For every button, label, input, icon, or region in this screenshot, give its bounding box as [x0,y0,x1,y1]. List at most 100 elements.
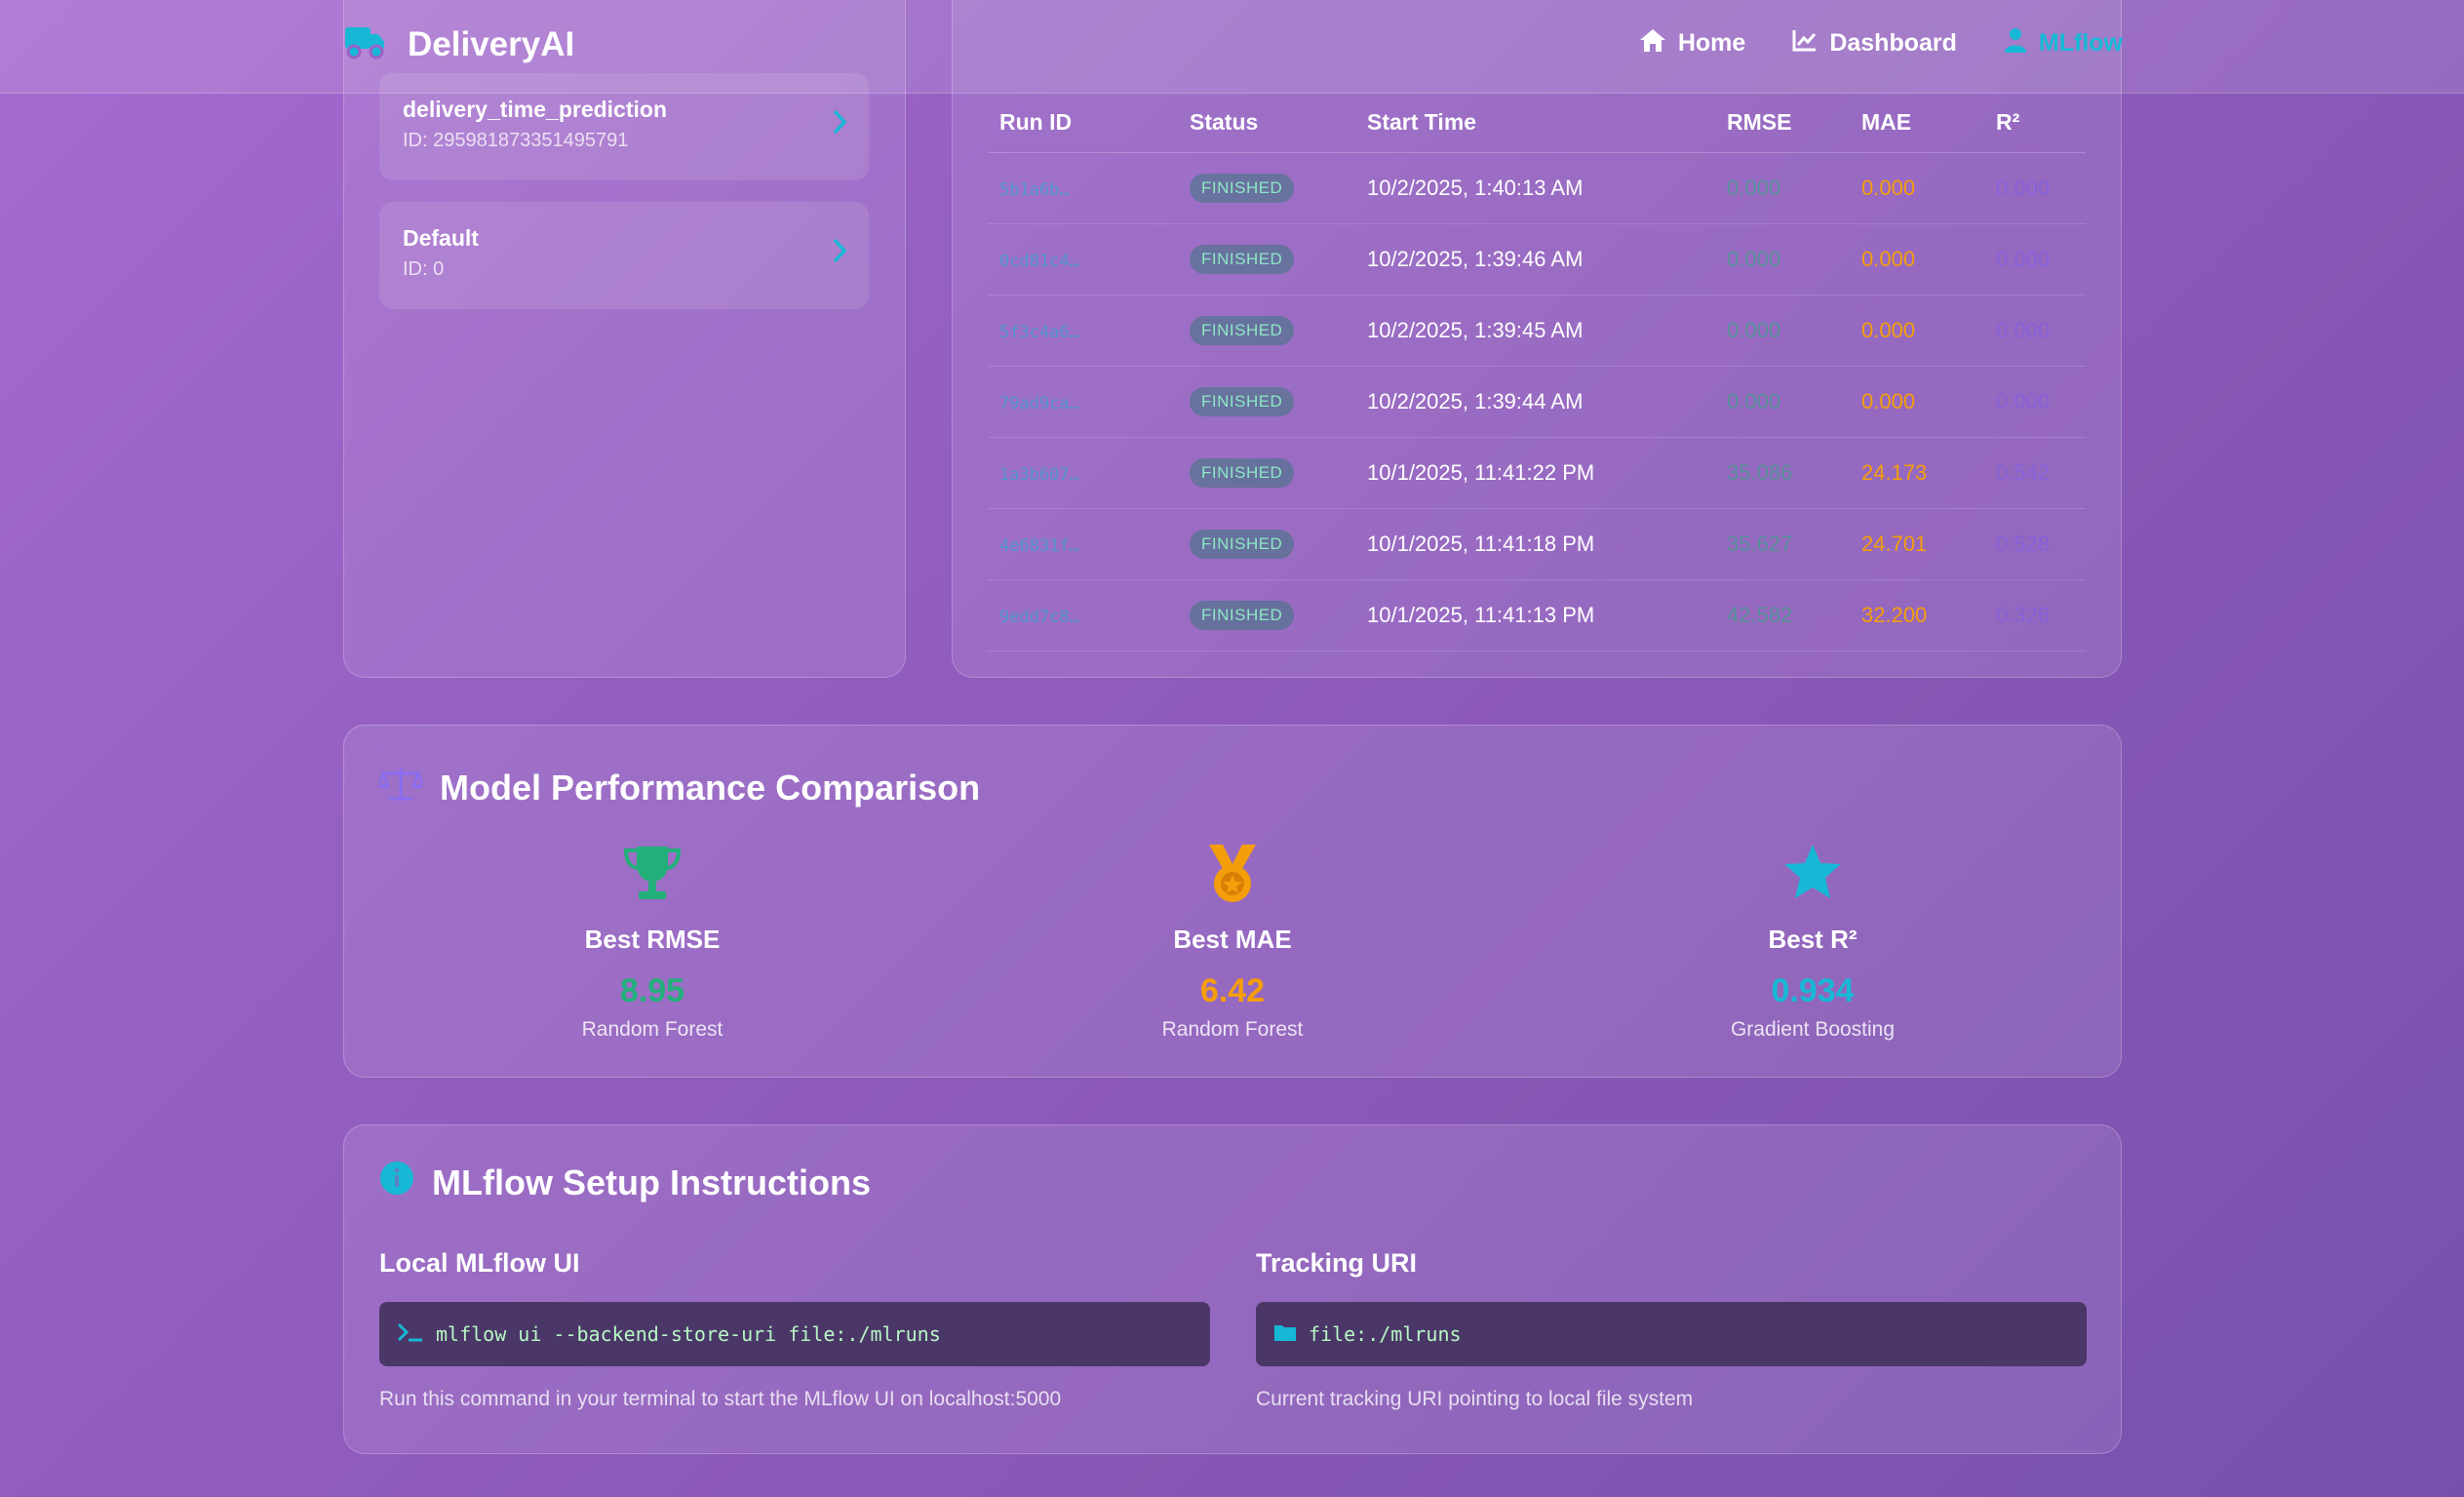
medal-icon [1203,843,1262,907]
experiments-card: delivery_time_prediction ID: 29598187335… [343,0,906,678]
metric-best-mae: Best MAE 6.42 Random Forest [1037,843,1428,1042]
r2-value: 0.326 [1984,579,2086,651]
run-id-link[interactable]: 9edd7c8… [999,608,1079,627]
status-badge: FINISHED [1190,387,1295,416]
main-nav: Home Dashboard MLflow [1639,27,2123,59]
experiment-id: ID: 295981873351495791 [403,130,629,151]
rmse-value: 0.000 [1715,152,1850,224]
rmse-value: 35.086 [1715,437,1850,509]
local-ui-note: Run this command in your terminal to sta… [379,1388,1062,1410]
table-row[interactable]: 5f3c4a6… FINISHED 10/2/2025, 1:39:45 AM … [988,295,2086,367]
rmse-value: 42.582 [1715,579,1850,651]
col-status: Status [1178,92,1355,153]
performance-title-text: Model Performance Comparison [440,767,981,808]
table-row[interactable]: 0cd81c4… FINISHED 10/2/2025, 1:39:46 AM … [988,223,2086,295]
start-time: 10/2/2025, 1:39:44 AM [1355,366,1715,438]
table-row[interactable]: 5b1a6b… FINISHED 10/2/2025, 1:40:13 AM 0… [988,152,2086,224]
col-start-time: Start Time [1355,92,1715,153]
table-row[interactable]: 9edd7c8… FINISHED 10/1/2025, 11:41:13 PM… [988,579,2086,651]
metric-label: Best R² [1768,925,1858,954]
status-badge: FINISHED [1190,601,1295,630]
metric-model: Random Forest [1161,1018,1304,1041]
start-time: 10/2/2025, 1:40:13 AM [1355,152,1715,224]
col-mae: MAE [1850,92,1984,153]
table-row[interactable]: 79ad9ca… FINISHED 10/2/2025, 1:39:44 AM … [988,366,2086,438]
mae-value: 24.173 [1850,437,1984,509]
metric-value: 6.42 [1199,972,1266,1009]
start-time: 10/1/2025, 11:41:18 PM [1355,508,1715,580]
experiment-id: ID: 0 [403,258,445,280]
table-header-row: Run ID Status Start Time RMSE MAE R² [988,92,2086,153]
r2-value: 0.528 [1984,508,2086,580]
col-r2: R² [1984,92,2086,153]
tracking-uri-note: Current tracking URI pointing to local f… [1256,1388,1694,1410]
start-time: 10/2/2025, 1:39:46 AM [1355,223,1715,295]
runs-card: Run ID Status Start Time RMSE MAE R² 5b1… [952,0,2122,678]
star-icon [1782,843,1843,907]
status-badge: FINISHED [1190,458,1295,488]
chart-line-icon [1792,28,1818,59]
run-id-link[interactable]: 0cd81c4… [999,252,1079,271]
r2-value: 0.000 [1984,295,2086,367]
status-badge: FINISHED [1190,174,1295,203]
home-icon [1639,27,1666,59]
trophy-icon [621,843,684,907]
setup-title-text: MLflow Setup Instructions [432,1162,871,1202]
command-text[interactable]: mlflow ui --backend-store-uri file:./mlr… [436,1322,941,1346]
r2-value: 0.000 [1984,366,2086,438]
r2-value: 0.542 [1984,437,2086,509]
metric-label: Best MAE [1173,925,1292,954]
nav-mlflow[interactable]: MLflow [2004,27,2123,59]
tracking-uri-heading: Tracking URI [1256,1248,1418,1278]
metric-label: Best RMSE [584,925,721,954]
table-row[interactable]: 1a3b607… FINISHED 10/1/2025, 11:41:22 PM… [988,437,2086,509]
mae-value: 0.000 [1850,295,1984,367]
run-id-link[interactable]: 4e6831f… [999,536,1079,556]
run-id-link[interactable]: 79ad9ca… [999,394,1079,414]
rmse-value: 0.000 [1715,366,1850,438]
r2-value: 0.000 [1984,223,2086,295]
mae-value: 0.000 [1850,366,1984,438]
command-box[interactable]: mlflow ui --backend-store-uri file:./mlr… [379,1302,1210,1366]
tracking-uri-section: Tracking URI file:./mlruns Current track… [1256,1248,2087,1411]
nav-dashboard-label: Dashboard [1829,29,1957,57]
col-rmse: RMSE [1715,92,1850,153]
experiment-name: Default [403,225,479,251]
mae-value: 32.200 [1850,579,1984,651]
brand-name: DeliveryAI [408,24,575,63]
experiment-item[interactable]: Default ID: 0 [379,202,869,309]
experiment-name: delivery_time_prediction [403,97,667,122]
start-time: 10/2/2025, 1:39:45 AM [1355,295,1715,367]
info-circle-icon [379,1161,414,1204]
metric-best-r2: Best R² 0.934 Gradient Boosting [1618,843,2008,1042]
chevron-right-icon [832,237,847,269]
metric-model: Gradient Boosting [1730,1018,1896,1041]
col-run-id: Run ID [988,92,1178,153]
mae-value: 0.000 [1850,223,1984,295]
mae-value: 24.701 [1850,508,1984,580]
status-badge: FINISHED [1190,316,1295,345]
setup-card: MLflow Setup Instructions Local MLflow U… [343,1124,2122,1454]
start-time: 10/1/2025, 11:41:22 PM [1355,437,1715,509]
run-id-link[interactable]: 5b1a6b… [999,180,1070,200]
performance-title: Model Performance Comparison [376,765,981,810]
table-row[interactable]: 4e6831f… FINISHED 10/1/2025, 11:41:18 PM… [988,508,2086,580]
nav-home-label: Home [1677,29,1746,57]
runs-table: Run ID Status Start Time RMSE MAE R² 5b1… [988,92,2086,651]
tracking-uri-box[interactable]: file:./mlruns [1256,1302,2087,1366]
nav-home[interactable]: Home [1639,27,1745,59]
start-time: 10/1/2025, 11:41:13 PM [1355,579,1715,651]
nav-dashboard[interactable]: Dashboard [1792,27,1957,59]
run-id-link[interactable]: 5f3c4a6… [999,323,1079,342]
status-badge: FINISHED [1190,245,1295,274]
tracking-uri-text[interactable]: file:./mlruns [1309,1322,1462,1346]
navbar: DeliveryAI Home Dashboard MLflow [0,0,2464,94]
rmse-value: 35.627 [1715,508,1850,580]
run-id-link[interactable]: 1a3b607… [999,465,1079,485]
rmse-value: 0.000 [1715,223,1850,295]
chevron-right-icon [832,108,847,140]
local-ui-heading: Local MLflow UI [379,1248,580,1278]
brand[interactable]: DeliveryAI [343,23,574,65]
folder-icon [1273,1322,1297,1347]
metric-best-rmse: Best RMSE 8.95 Random Forest [457,843,847,1042]
